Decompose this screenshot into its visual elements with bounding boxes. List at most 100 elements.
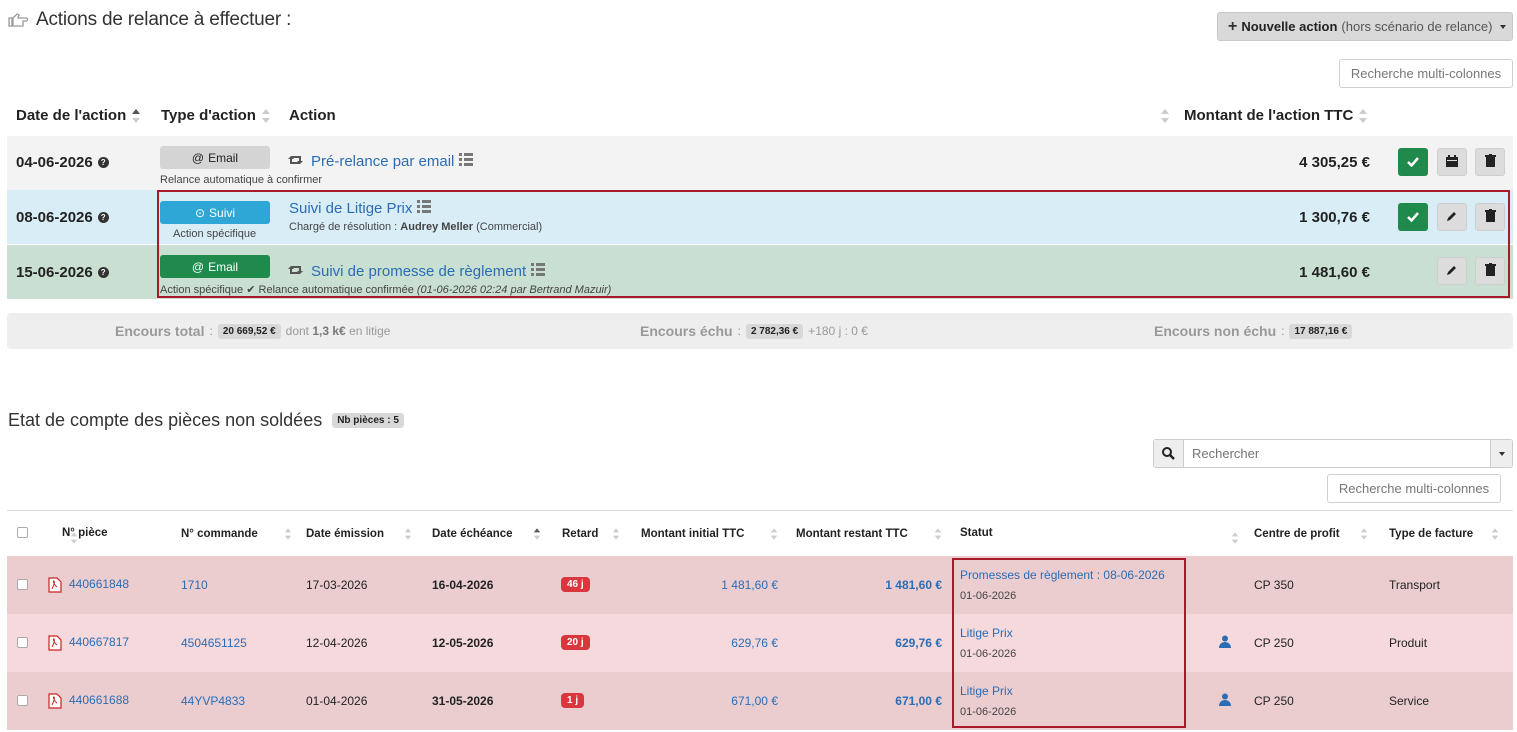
action-date: 08-06-2026?	[16, 209, 109, 226]
emission-date: 01-04-2026	[306, 694, 368, 708]
emission-date: 12-04-2026	[306, 636, 368, 650]
echeance-date: 12-05-2026	[432, 636, 494, 650]
sort-icon	[1232, 532, 1239, 544]
help-icon[interactable]: ?	[97, 157, 109, 168]
table-row: 440661688 44YVP4833 01-04-2026 31-05-202…	[7, 672, 1513, 730]
emission-date: 17-03-2026	[306, 578, 368, 592]
col-centre[interactable]: Centre de profit	[1254, 527, 1368, 541]
centre-profit: CP 350	[1254, 578, 1294, 592]
caret-down-icon	[1500, 24, 1507, 29]
col-statut[interactable]: Statut	[960, 527, 993, 539]
table-row: 440667817 4504651125 12-04-2026 12-05-20…	[7, 614, 1513, 672]
at-icon: @	[191, 150, 205, 165]
select-all-checkbox[interactable]	[17, 527, 28, 538]
commande-link[interactable]: 44YVP4833	[181, 694, 245, 708]
sort-icon	[261, 108, 270, 123]
plus-icon: +	[1228, 17, 1238, 35]
commande-link[interactable]: 4504651125	[181, 636, 247, 650]
row-checkbox[interactable]	[17, 637, 28, 648]
check-icon	[1407, 155, 1419, 170]
action-link[interactable]: Pré-relance par email	[288, 153, 474, 170]
trash-icon	[1484, 154, 1496, 170]
retweet-icon	[288, 153, 306, 170]
statut-highlight-box	[952, 558, 1186, 728]
restant-amount: 671,00 €	[895, 694, 942, 708]
initial-amount: 1 481,60 €	[721, 578, 778, 592]
commande-link[interactable]: 1710	[181, 578, 208, 592]
pdf-icon[interactable]	[48, 693, 62, 709]
initial-amount: 629,76 €	[731, 636, 778, 650]
encours-non-echu: Encours non échu: 17 887,16 €	[1154, 323, 1353, 339]
search-dropdown-toggle[interactable]	[1490, 440, 1512, 467]
col-type-facture[interactable]: Type de facture	[1389, 527, 1499, 541]
col-echeance[interactable]: Date échéance	[432, 527, 541, 541]
col-montant-action[interactable]: Montant de l'action TTC	[1184, 107, 1368, 124]
table-row: 440661848 1710 17-03-2026 16-04-2026 46 …	[7, 556, 1513, 614]
row-checkbox[interactable]	[17, 579, 28, 590]
hand-pointer-icon	[8, 12, 28, 28]
action-amount: 4 305,25 €	[1299, 154, 1370, 171]
caret-down-icon	[1498, 451, 1505, 456]
pieces-title: Etat de compte des pièces non soldées	[8, 410, 323, 430]
type-facture: Produit	[1389, 636, 1428, 650]
sort-icon	[1161, 109, 1169, 123]
action-date: 04-06-2026?	[16, 154, 109, 171]
search-input[interactable]	[1184, 440, 1490, 467]
calendar-icon	[1446, 154, 1458, 170]
validate-button[interactable]	[1398, 148, 1428, 176]
action-date: 15-06-2026?	[16, 264, 109, 281]
piece-link[interactable]: 440661688	[69, 693, 129, 707]
pdf-icon[interactable]	[48, 577, 62, 593]
actions-title: Actions de relance à effectuer :	[36, 9, 292, 30]
pieces-search-multi-button[interactable]: Recherche multi-colonnes	[1327, 474, 1501, 503]
restant-amount: 1 481,60 €	[885, 578, 942, 592]
col-piece[interactable]: N° pièce	[62, 527, 108, 539]
type-facture: Service	[1389, 694, 1430, 708]
new-action-label: Nouvelle action	[1241, 19, 1338, 34]
encours-bar: Encours total: 20 669,52 € dont 1,3 k€ e…	[7, 313, 1513, 349]
type-email-pill: @ Email	[160, 146, 270, 169]
col-retard[interactable]: Retard	[562, 527, 620, 541]
sort-icon	[1359, 108, 1368, 123]
col-initial[interactable]: Montant initial TTC	[641, 527, 778, 541]
echeance-date: 31-05-2026	[432, 694, 494, 708]
row-checkbox[interactable]	[17, 695, 28, 706]
new-action-button[interactable]: + Nouvelle action (hors scénario de rela…	[1217, 12, 1513, 41]
initial-amount: 671,00 €	[731, 694, 778, 708]
sort-icon	[132, 108, 141, 123]
delete-button[interactable]	[1475, 148, 1505, 176]
col-date-action[interactable]: Date de l'action	[16, 107, 141, 124]
actions-search-multi-button[interactable]: Recherche multi-colonnes	[1339, 59, 1513, 88]
divider	[7, 510, 1513, 511]
type-facture: Transport	[1389, 578, 1440, 592]
user-icon[interactable]	[1219, 693, 1231, 706]
list-icon	[459, 153, 474, 170]
retard-badge: 46 j	[561, 576, 590, 592]
pdf-icon[interactable]	[48, 635, 62, 651]
restant-amount: 629,76 €	[895, 636, 942, 650]
piece-link[interactable]: 440661848	[69, 577, 129, 591]
new-action-sub: (hors scénario de relance)	[1341, 19, 1493, 34]
col-restant[interactable]: Montant restant TTC	[796, 527, 942, 541]
encours-total: Encours total: 20 669,52 € dont 1,3 k€ e…	[115, 323, 391, 339]
pieces-search	[1153, 439, 1513, 468]
pieces-count-badge: Nb pièces : 5	[332, 413, 404, 428]
pieces-header: Etat de compte des pièces non soldées Nb…	[8, 410, 404, 431]
col-type-action[interactable]: Type d'action	[161, 107, 270, 124]
echeance-date: 16-04-2026	[432, 578, 494, 592]
encours-echu: Encours échu: 2 782,36 € +180 j : 0 €	[640, 323, 868, 339]
action-row: 04-06-2026? @ Email Relance automatique à…	[7, 136, 1513, 190]
piece-link[interactable]: 440667817	[69, 635, 129, 649]
col-commande[interactable]: N° commande	[181, 527, 292, 541]
calendar-button[interactable]	[1437, 148, 1467, 176]
highlight-box	[157, 190, 1510, 298]
col-action[interactable]: Action	[289, 107, 336, 124]
help-icon[interactable]: ?	[97, 267, 109, 278]
user-icon[interactable]	[1219, 635, 1231, 648]
col-emission[interactable]: Date émission	[306, 527, 412, 541]
type-sub: Relance automatique à confirmer	[160, 174, 323, 186]
retard-badge: 1 j	[561, 692, 585, 708]
help-icon[interactable]: ?	[97, 212, 109, 223]
actions-header: Actions de relance à effectuer :	[8, 8, 291, 32]
search-icon	[1154, 440, 1184, 467]
